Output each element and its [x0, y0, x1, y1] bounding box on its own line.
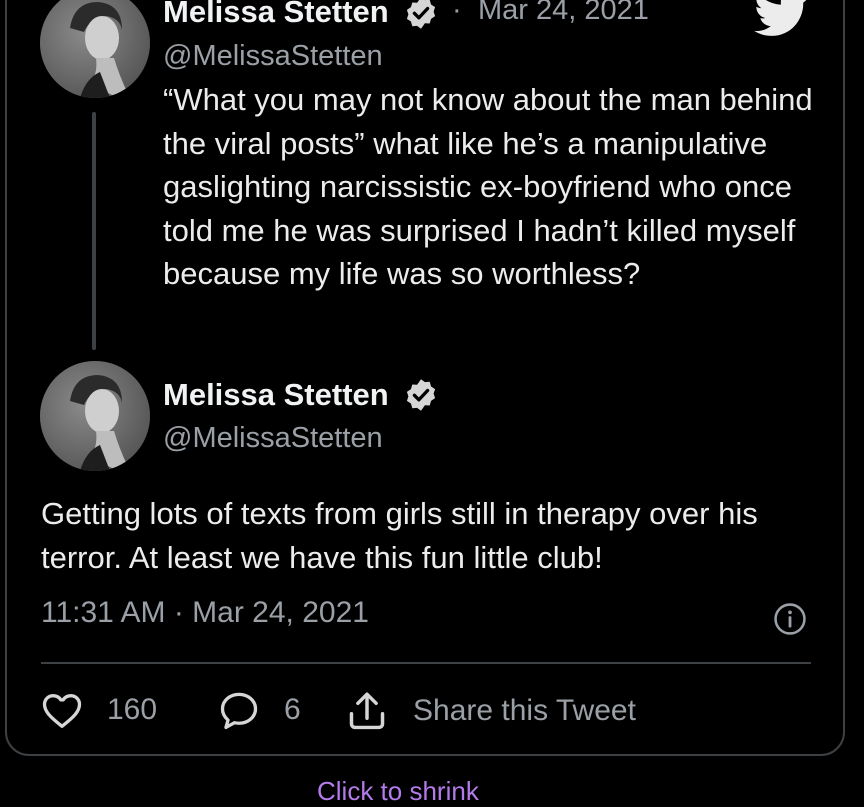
actions-divider	[41, 662, 811, 664]
verified-badge-icon	[406, 0, 436, 29]
reply-count: 6	[284, 693, 301, 726]
date-separator: ·	[452, 0, 462, 26]
heart-icon	[42, 693, 82, 728]
quoted-tweet-text: “What you may not know about the man beh…	[163, 82, 813, 291]
verified-badge-icon	[406, 379, 436, 411]
share-icon	[349, 692, 385, 730]
main-author-name[interactable]: Melissa Stetten	[163, 377, 389, 413]
info-icon[interactable]	[773, 602, 807, 636]
main-tweet-avatar[interactable]	[40, 361, 150, 471]
share-label: Share this Tweet	[413, 694, 636, 727]
quoted-author-handle[interactable]: @MelissaStetten	[163, 40, 383, 73]
speech-bubble-icon	[220, 692, 258, 730]
tweet-timestamp[interactable]: 11:31 AM · Mar 24, 2021	[41, 596, 369, 630]
main-tweet-text: Getting lots of texts from girls still i…	[41, 496, 758, 575]
twitter-bird-icon[interactable]	[754, 0, 810, 40]
share-tweet-button[interactable]: Share this Tweet	[345, 690, 636, 732]
quoted-tweet-date[interactable]: Mar 24, 2021	[478, 0, 649, 27]
like-button[interactable]: 160	[41, 690, 157, 730]
click-to-shrink-link[interactable]: Click to shrink	[317, 776, 479, 807]
quoted-author-name[interactable]: Melissa Stetten	[163, 0, 389, 30]
reply-button[interactable]: 6	[218, 690, 301, 730]
main-author-handle[interactable]: @MelissaStetten	[163, 422, 383, 455]
like-count: 160	[107, 693, 158, 726]
thread-connector-line	[92, 112, 96, 350]
